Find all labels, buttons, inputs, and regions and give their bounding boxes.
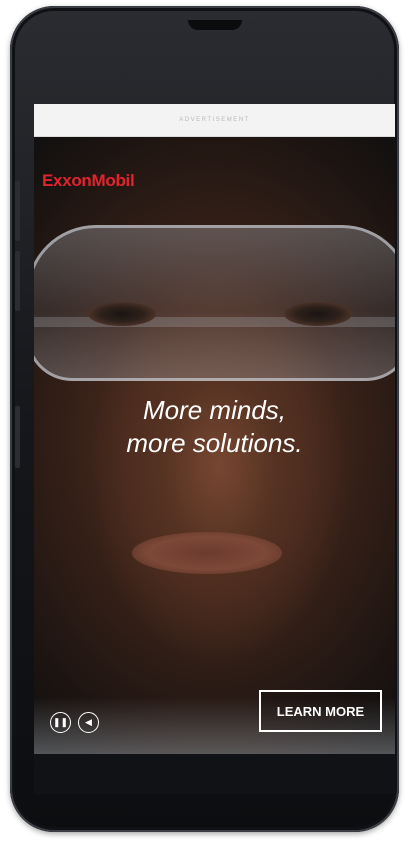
tagline-line-2: more solutions. [126, 428, 303, 458]
speaker-notch [188, 20, 242, 30]
ad-tagline: More minds, more solutions. [34, 394, 395, 460]
phone-bottom-bezel [34, 754, 395, 794]
phone-screen: ADVERTISEMENT ExxonMobil More minds, mor… [34, 104, 395, 754]
right-eye-graphic [284, 302, 352, 326]
learn-more-button[interactable]: LEARN MORE [259, 690, 382, 732]
left-eye-graphic [88, 302, 156, 326]
sound-button[interactable]: ◀ [78, 712, 99, 733]
pause-button[interactable]: ❚❚ [50, 712, 71, 733]
mouth-graphic [132, 532, 282, 574]
tagline-line-1: More minds, [142, 395, 287, 425]
pause-icon: ❚❚ [52, 717, 69, 727]
volume-up-button [15, 181, 20, 241]
safety-goggles-graphic [34, 225, 395, 381]
advertisement-label: ADVERTISEMENT [34, 104, 395, 137]
power-button [15, 406, 20, 468]
ad-video[interactable]: ExxonMobil More minds, more solutions. ❚… [34, 137, 395, 754]
sound-icon: ◀ [85, 717, 92, 727]
brand-logo[interactable]: ExxonMobil [42, 171, 135, 191]
volume-down-button [15, 251, 20, 311]
